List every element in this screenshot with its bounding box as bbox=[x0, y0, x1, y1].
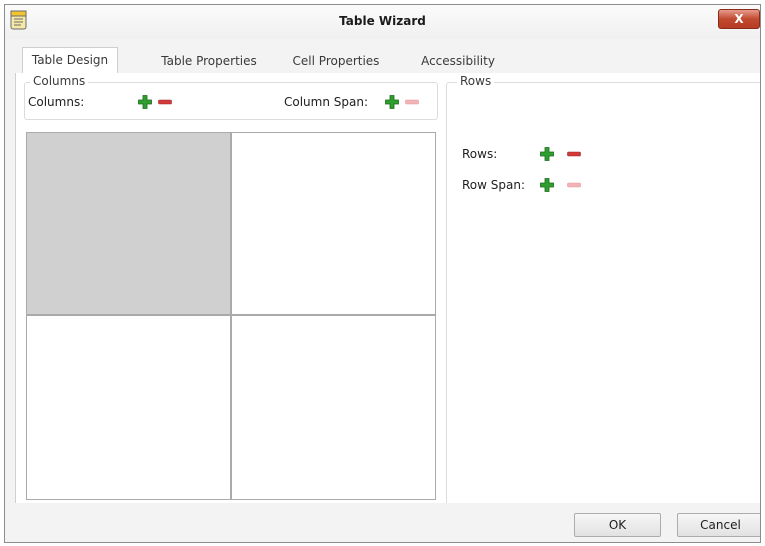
ok-button[interactable]: OK bbox=[574, 513, 661, 537]
dialog-title: Table Wizard bbox=[339, 14, 426, 28]
tab-table-design[interactable]: Table Design bbox=[22, 47, 118, 74]
close-button[interactable]: X bbox=[718, 9, 760, 29]
add-column-span-plus-icon[interactable] bbox=[385, 95, 399, 109]
table-wizard-dialog: Table Wizard X Table Design Table Proper… bbox=[4, 4, 761, 543]
table-cell[interactable] bbox=[232, 316, 435, 499]
table-cell-selected[interactable] bbox=[27, 133, 232, 316]
tab-bar: Table Design Table Properties Cell Prope… bbox=[15, 45, 760, 74]
row-span-label: Row Span: bbox=[462, 178, 526, 192]
remove-row-minus-icon[interactable] bbox=[567, 147, 581, 161]
rows-group: Rows Rows: Row Span: bbox=[446, 74, 760, 507]
tab-table-properties[interactable]: Table Properties bbox=[149, 49, 269, 73]
rows-label: Rows: bbox=[462, 147, 498, 161]
columns-label: Columns: bbox=[28, 95, 85, 109]
tab-cell-properties[interactable]: Cell Properties bbox=[282, 49, 390, 73]
dialog-button-bar: OK Cancel bbox=[5, 503, 760, 542]
column-span-label: Column Span: bbox=[284, 95, 369, 109]
columns-group: Columns Columns: Column Span: bbox=[24, 74, 438, 120]
tab-accessibility[interactable]: Accessibility bbox=[410, 49, 506, 73]
add-row-plus-icon[interactable] bbox=[540, 147, 554, 161]
remove-row-span-minus-icon bbox=[567, 182, 581, 188]
columns-group-legend: Columns bbox=[30, 74, 89, 88]
rows-group-legend: Rows bbox=[457, 74, 495, 88]
remove-column-span-minus-icon bbox=[405, 99, 419, 105]
remove-column-minus-icon[interactable] bbox=[158, 95, 172, 109]
tab-content-table-design: Columns Columns: Column Span: Rows Rows:… bbox=[15, 73, 760, 507]
table-layout-grid bbox=[26, 132, 436, 500]
table-cell[interactable] bbox=[27, 316, 232, 499]
title-bar[interactable]: Table Wizard X bbox=[5, 5, 760, 39]
table-cell[interactable] bbox=[232, 133, 435, 316]
add-column-plus-icon[interactable] bbox=[138, 95, 152, 109]
add-row-span-plus-icon[interactable] bbox=[540, 178, 554, 192]
cancel-button[interactable]: Cancel bbox=[677, 513, 760, 537]
